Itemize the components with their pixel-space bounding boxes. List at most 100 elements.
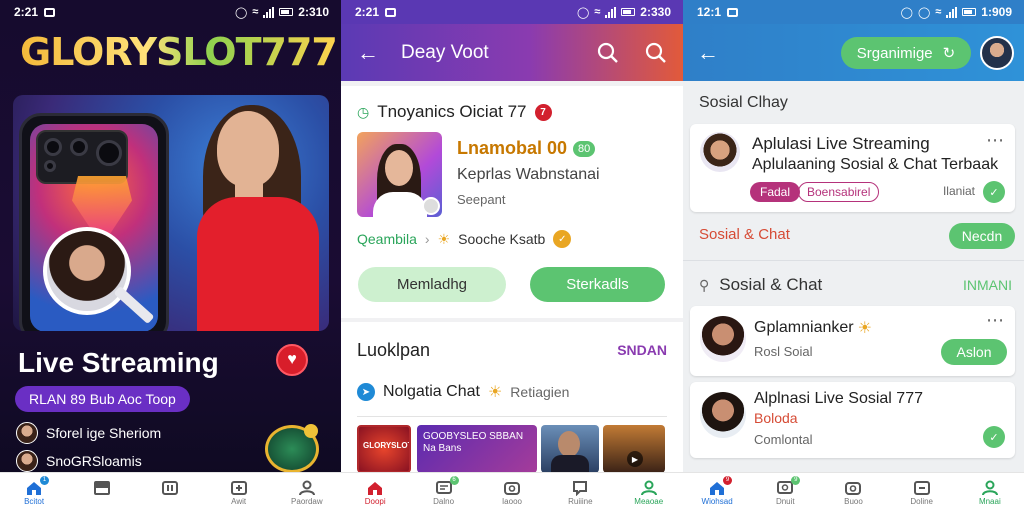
section-action-link[interactable]: INMANI	[963, 277, 1012, 293]
chat-card[interactable]: Alplnasi Live Sosial 777 Boloda Comlonta…	[690, 382, 1015, 458]
alarm-icon: ◯	[900, 6, 913, 19]
thumbnail-label: GLORYSLOT	[363, 441, 411, 450]
thumbnail-card[interactable]: ▶	[603, 425, 665, 473]
app-card[interactable]: Aplulasi Live Streaming Aplulaaning Sosi…	[690, 124, 1015, 212]
status-bar: 2:21 ◯ ≈ 2:310	[0, 0, 341, 24]
battery-icon	[962, 8, 977, 16]
nav-item-book[interactable]	[77, 480, 127, 506]
nav-item-profile[interactable]: Paordaw	[282, 480, 332, 506]
section-title: Tnoyanics Oiciat 77	[377, 102, 527, 121]
nav-item-camera[interactable]: Buoo	[828, 480, 878, 506]
notification-icon	[44, 7, 56, 17]
more-icon[interactable]: ⋯	[986, 130, 1005, 151]
status-clock: 1:909	[981, 5, 1012, 19]
check-icon[interactable]: ✓	[983, 181, 1005, 203]
thumbnail-card[interactable]: GLORYSLOT	[357, 425, 411, 473]
notification-icon	[727, 7, 739, 17]
profile-name: Lnamobal 00	[457, 138, 568, 158]
search-icon[interactable]	[597, 42, 619, 64]
avatar[interactable]	[980, 36, 1014, 70]
card-title: Aplulasi Live Streaming	[752, 134, 930, 153]
play-icon: ▶	[627, 451, 643, 467]
avatar	[700, 316, 746, 362]
hero-banner[interactable]	[13, 95, 329, 331]
chat-card[interactable]: Gplamnianker ☀ Rosl Soial ⋯ Aslon	[690, 306, 1015, 376]
card-subtitle: Aplulaaning Sosial & Chat Terbaak	[752, 156, 999, 173]
host-image	[179, 105, 329, 331]
alarm-icon: ◯	[234, 6, 248, 19]
more-icon[interactable]: ⋯	[986, 310, 1005, 331]
next-button[interactable]: Necdn	[949, 223, 1015, 249]
battery-icon	[279, 8, 294, 16]
nav-badge: 9	[791, 475, 801, 485]
tag-badge: Fadal	[750, 182, 801, 202]
section-title: Sosial & Chat	[699, 226, 790, 243]
tag-badge: Boensabirel	[798, 182, 880, 202]
check-icon[interactable]: ✓	[983, 426, 1005, 448]
nav-label: Iaooo	[501, 496, 522, 506]
status-bar: 2:21 ◯ ≈ 2:330	[341, 0, 683, 24]
refresh-icon: ↻	[942, 45, 956, 62]
search-icon: ⚲	[699, 276, 710, 293]
secondary-button[interactable]: Memladhg	[358, 267, 506, 302]
nav-item-home[interactable]: 1 Bcitot	[9, 475, 59, 506]
list-action-link[interactable]: SNDAN	[617, 342, 667, 358]
list-item[interactable]: Sforel ige Sheriom	[16, 422, 161, 444]
nav-item-minus[interactable]: Doline	[897, 480, 947, 506]
action-button[interactable]: Aslon	[941, 339, 1007, 365]
avatar	[700, 392, 746, 438]
app-logo: GLORYSLOT777	[20, 30, 338, 74]
section-title: Sosial Clhay	[699, 94, 788, 111]
status-clock: 2:310	[298, 5, 329, 19]
primary-button[interactable]: Sterkadls	[530, 267, 665, 302]
chat-title: Nolgatia Chat	[383, 383, 480, 400]
heart-icon[interactable]: ♥	[276, 344, 308, 376]
bottom-nav: 9 Wiohsad 9 Dnuit Buoo Doline Mnaai	[683, 472, 1024, 512]
status-time: 2:21	[14, 5, 39, 19]
avatar	[700, 132, 740, 172]
bottom-nav: Doopi 6 Dalno Iaooo Ruiiine Meaoae	[341, 472, 683, 512]
wifi-icon: ≈	[594, 6, 601, 18]
nav-item-profile[interactable]: Mnaai	[965, 480, 1015, 506]
profile-badge: 80	[573, 140, 596, 157]
search-pill[interactable]: Srganimige ↻	[841, 37, 971, 69]
nav-item-messages[interactable]: 9 Dnuit	[760, 475, 810, 506]
nav-item-home[interactable]: 9 Wiohsad	[692, 475, 742, 506]
breadcrumb-item[interactable]: Qeambila	[357, 231, 417, 247]
nav-item-camera[interactable]: Iaooo	[487, 480, 537, 506]
promo-pill[interactable]: RLAN 89 Bub Aoc Toop	[15, 386, 190, 412]
nav-item-home[interactable]: Doopi	[350, 480, 400, 506]
chat-icon	[573, 480, 588, 496]
send-icon: ➤	[357, 383, 375, 401]
nav-item-add[interactable]: Awit	[214, 480, 264, 506]
sun-icon: ☀	[857, 320, 872, 337]
list-item[interactable]: SnoGRSloamis	[16, 450, 142, 472]
avatar	[16, 450, 38, 472]
camera-icon	[845, 481, 862, 495]
thumbnail-card[interactable]	[541, 425, 599, 473]
app-bar: ← Srganimige ↻	[683, 24, 1024, 81]
plus-box-icon	[230, 480, 247, 495]
thumbnail-label: GOOBYSLEO SBBAN Na Bans	[423, 431, 524, 454]
profile-photo[interactable]	[357, 132, 442, 217]
card-subtitle: Rosl Soial	[754, 344, 813, 359]
notification-icon	[385, 7, 397, 17]
game-badge-icon[interactable]	[265, 424, 319, 473]
nav-badge: 9	[723, 475, 733, 485]
back-arrow-icon[interactable]: ←	[697, 40, 719, 66]
section-badge: 7	[534, 103, 552, 121]
nav-item-chat[interactable]: Ruiiine	[555, 480, 605, 506]
nav-item-profile[interactable]: Meaoae	[624, 480, 674, 506]
breadcrumb-item[interactable]: Sooche Ksatb	[458, 231, 545, 247]
nav-label: Wiohsad	[701, 496, 733, 506]
search-icon[interactable]	[645, 42, 667, 64]
profile-icon	[981, 480, 998, 495]
card-meta: Ilaniat	[942, 184, 975, 198]
alarm-icon: ◯	[917, 6, 931, 19]
thumbnail-card[interactable]: GOOBYSLEO SBBAN Na Bans	[417, 425, 537, 473]
nav-item-messages[interactable]: 6 Dalno	[419, 475, 469, 506]
back-arrow-icon[interactable]: ←	[357, 40, 379, 66]
battery-icon	[621, 8, 636, 16]
nav-badge: 6	[449, 475, 459, 485]
nav-item-pause[interactable]	[145, 480, 195, 506]
